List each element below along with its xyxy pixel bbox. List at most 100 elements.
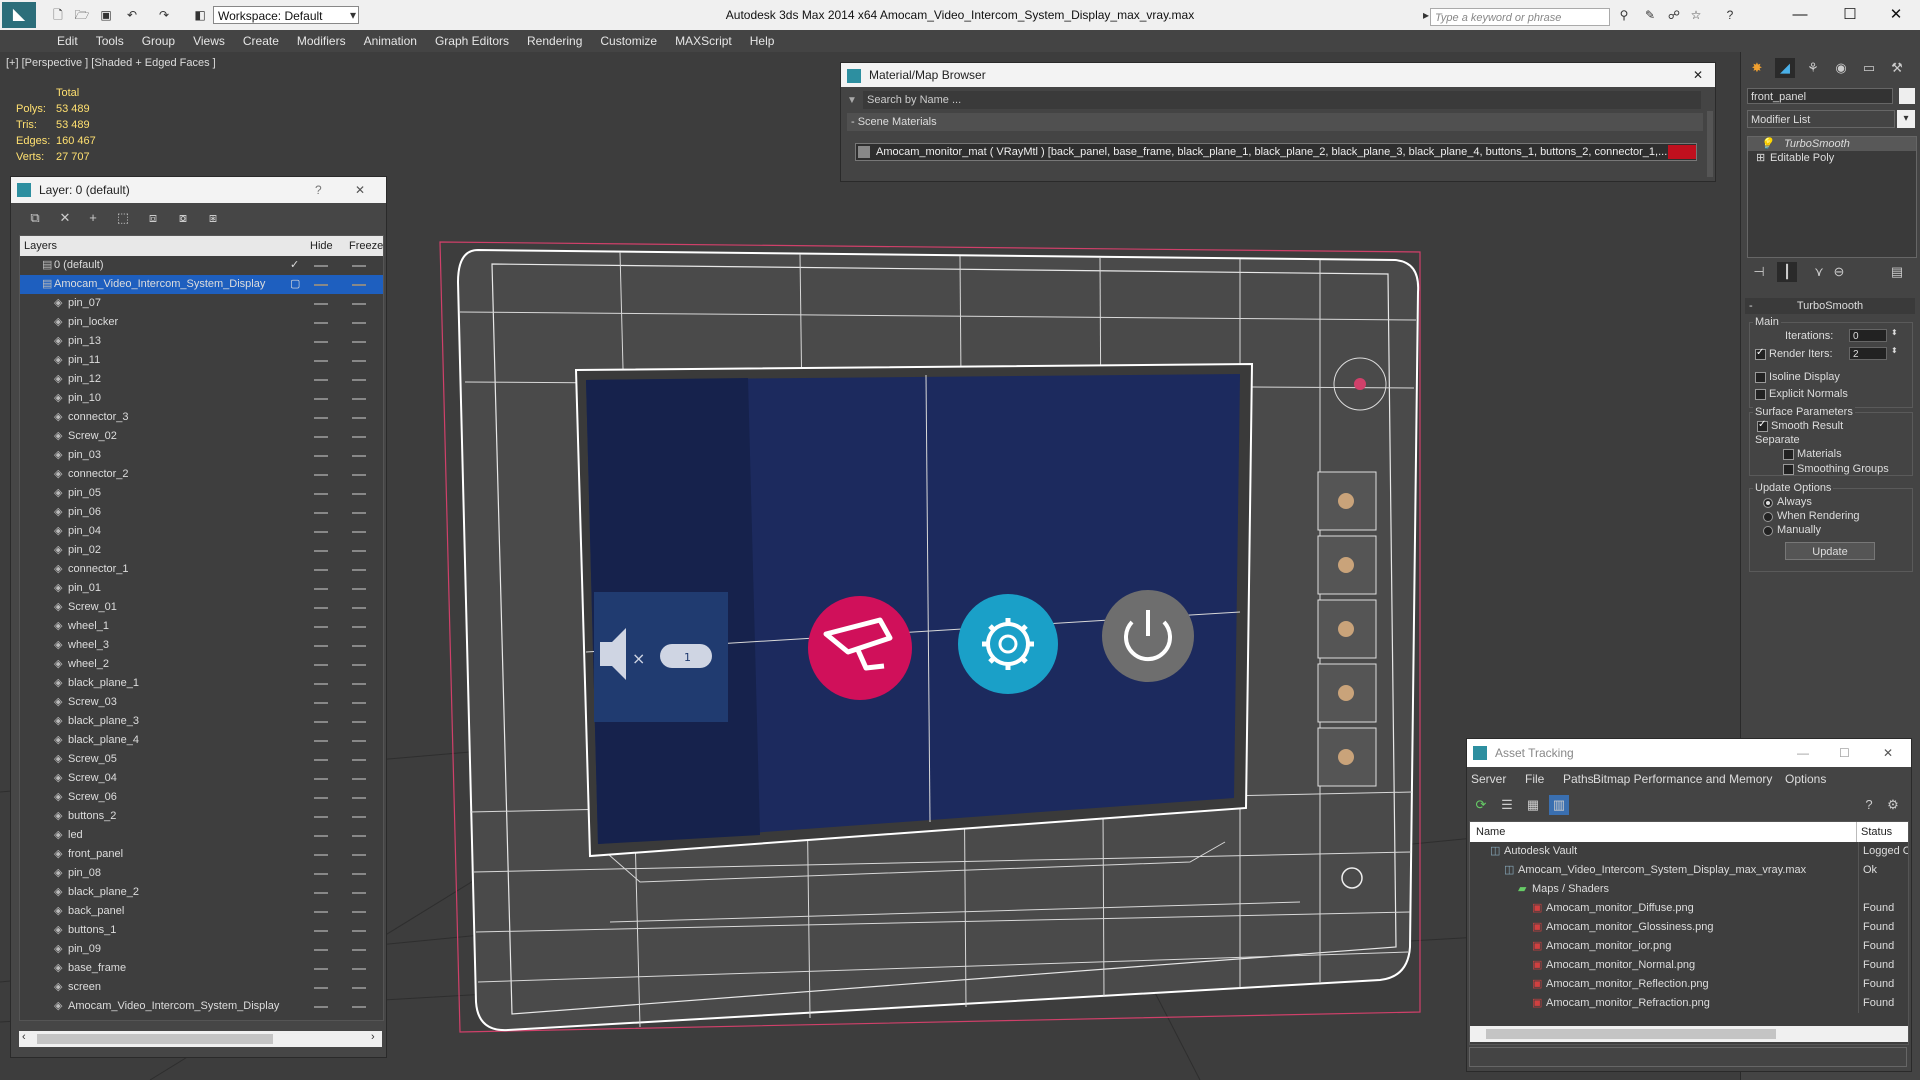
- freeze-toggle[interactable]: [352, 987, 366, 989]
- freeze-toggle[interactable]: [352, 607, 366, 609]
- layer-row[interactable]: ◈ pin_10: [20, 389, 383, 408]
- image-view-icon[interactable]: ▦: [1523, 795, 1543, 815]
- layer-row[interactable]: ◈ pin_12: [20, 370, 383, 389]
- layer-row[interactable]: ◈ black_plane_3: [20, 712, 383, 731]
- materials-checkbox[interactable]: [1783, 449, 1794, 460]
- column-freeze[interactable]: Freeze: [349, 236, 383, 256]
- hide-toggle[interactable]: [314, 854, 328, 856]
- hide-toggle[interactable]: [314, 873, 328, 875]
- layer-row[interactable]: ◈ pin_locker: [20, 313, 383, 332]
- hide-toggle[interactable]: [314, 835, 328, 837]
- freeze-toggle[interactable]: [352, 360, 366, 362]
- subscription-icon[interactable]: ☍: [1666, 8, 1682, 22]
- hide-toggle[interactable]: [314, 322, 328, 324]
- layer-row[interactable]: ◈ connector_1: [20, 560, 383, 579]
- freeze-toggle[interactable]: [352, 550, 366, 552]
- smoothing-groups-checkbox[interactable]: [1783, 464, 1794, 475]
- asset-maximize-button[interactable]: ☐: [1839, 739, 1850, 767]
- when-rendering-radio[interactable]: [1763, 512, 1773, 522]
- maximize-button[interactable]: ☐: [1830, 4, 1870, 26]
- freeze-toggle[interactable]: [352, 683, 366, 685]
- asset-row[interactable]: ▣ Amocam_monitor_Diffuse.png Found: [1470, 899, 1908, 918]
- menu-customize[interactable]: Customize: [591, 30, 666, 48]
- update-button[interactable]: Update: [1785, 542, 1875, 560]
- freeze-toggle[interactable]: [352, 854, 366, 856]
- bulb-icon[interactable]: 💡: [1760, 137, 1774, 151]
- layer-row[interactable]: ◈ wheel_3: [20, 636, 383, 655]
- freeze-toggle[interactable]: [352, 303, 366, 305]
- layer-row[interactable]: ◈ Screw_01: [20, 598, 383, 617]
- layer-row[interactable]: ◈ pin_03: [20, 446, 383, 465]
- hide-toggle[interactable]: [314, 455, 328, 457]
- hide-toggle[interactable]: [314, 968, 328, 970]
- refresh-icon[interactable]: ⟳: [1471, 795, 1491, 815]
- freeze-toggle[interactable]: [352, 797, 366, 799]
- freeze-toggle[interactable]: [352, 322, 366, 324]
- freeze-toggle[interactable]: [352, 664, 366, 666]
- highlight-layer-icon[interactable]: ⧈: [143, 208, 163, 228]
- freeze-toggle[interactable]: [352, 341, 366, 343]
- layer-row[interactable]: ◈ Screw_02: [20, 427, 383, 446]
- display-tab-icon[interactable]: ▭: [1859, 58, 1879, 78]
- manually-radio[interactable]: [1763, 526, 1773, 536]
- asset-menu-file[interactable]: File: [1525, 772, 1544, 786]
- freeze-toggle[interactable]: [352, 949, 366, 951]
- hide-toggle[interactable]: [314, 265, 328, 267]
- column-hide[interactable]: Hide: [310, 236, 333, 256]
- freeze-toggle[interactable]: [352, 968, 366, 970]
- hide-toggle[interactable]: [314, 284, 328, 286]
- asset-tracking-titlebar[interactable]: Asset Tracking — ☐ ✕: [1467, 739, 1911, 767]
- hide-toggle[interactable]: [314, 949, 328, 951]
- freeze-toggle[interactable]: [352, 626, 366, 628]
- asset-close-button[interactable]: ✕: [1883, 739, 1893, 767]
- asset-menu-server[interactable]: Server: [1471, 772, 1506, 786]
- menu-graph-editors[interactable]: Graph Editors: [426, 30, 518, 48]
- explicit-normals-checkbox[interactable]: [1755, 389, 1766, 400]
- active-layer-check-icon[interactable]: ✓: [290, 256, 299, 275]
- layer-row[interactable]: ◈ Screw_04: [20, 769, 383, 788]
- layer-row[interactable]: ◈ pin_01: [20, 579, 383, 598]
- menu-tools[interactable]: Tools: [87, 30, 133, 48]
- object-name-field[interactable]: front_panel: [1747, 88, 1893, 104]
- material-options-chevron-icon[interactable]: ▼: [847, 95, 857, 106]
- select-objects-icon[interactable]: ⬚: [113, 208, 133, 228]
- render-iters-spinner[interactable]: 2: [1849, 347, 1887, 360]
- hide-toggle[interactable]: [314, 892, 328, 894]
- freeze-toggle[interactable]: [352, 379, 366, 381]
- asset-hscrollbar[interactable]: [1470, 1026, 1908, 1042]
- material-browser-close-button[interactable]: ✕: [1693, 63, 1703, 87]
- layer-panel-titlebar[interactable]: Layer: 0 (default) ? ✕: [11, 177, 386, 203]
- motion-tab-icon[interactable]: ◉: [1831, 58, 1851, 78]
- modifier-stack[interactable]: 💡 TurboSmooth ⊞ Editable Poly: [1747, 136, 1917, 258]
- freeze-toggle[interactable]: [352, 493, 366, 495]
- freeze-toggle[interactable]: [352, 474, 366, 476]
- layer-row[interactable]: ◈ led: [20, 826, 383, 845]
- layer-row[interactable]: ◈ buttons_2: [20, 807, 383, 826]
- hide-all-icon[interactable]: ⧇: [173, 208, 193, 228]
- freeze-toggle[interactable]: [352, 417, 366, 419]
- freeze-toggle[interactable]: [352, 721, 366, 723]
- modifier-dropdown-chevron-icon[interactable]: ▾: [1897, 110, 1915, 128]
- create-tab-icon[interactable]: ✸: [1747, 58, 1767, 78]
- hide-toggle[interactable]: [314, 474, 328, 476]
- hide-toggle[interactable]: [314, 531, 328, 533]
- hide-toggle[interactable]: [314, 683, 328, 685]
- freeze-toggle[interactable]: [352, 816, 366, 818]
- asset-help-icon[interactable]: ?: [1859, 795, 1879, 815]
- material-entry[interactable]: Amocam_monitor_mat ( VRayMtl ) [back_pan…: [855, 143, 1697, 161]
- freeze-toggle[interactable]: [352, 930, 366, 932]
- menu-create[interactable]: Create: [234, 30, 288, 48]
- layer-row[interactable]: ◈ front_panel: [20, 845, 383, 864]
- spinner-arrows-icon[interactable]: ⬍: [1891, 328, 1898, 337]
- stack-item-editable-poly[interactable]: ⊞ Editable Poly: [1748, 151, 1916, 165]
- make-unique-icon[interactable]: ⋎: [1809, 262, 1829, 282]
- material-browser-titlebar[interactable]: Material/Map Browser ✕: [841, 63, 1715, 87]
- asset-minimize-button[interactable]: —: [1797, 739, 1809, 767]
- menu-group[interactable]: Group: [133, 30, 184, 48]
- freeze-toggle[interactable]: [352, 265, 366, 267]
- configure-sets-icon[interactable]: ▤: [1887, 262, 1907, 282]
- hide-toggle[interactable]: [314, 816, 328, 818]
- asset-row[interactable]: ▣ Amocam_monitor_Reflection.png Found: [1470, 975, 1908, 994]
- hide-toggle[interactable]: [314, 398, 328, 400]
- hide-toggle[interactable]: [314, 626, 328, 628]
